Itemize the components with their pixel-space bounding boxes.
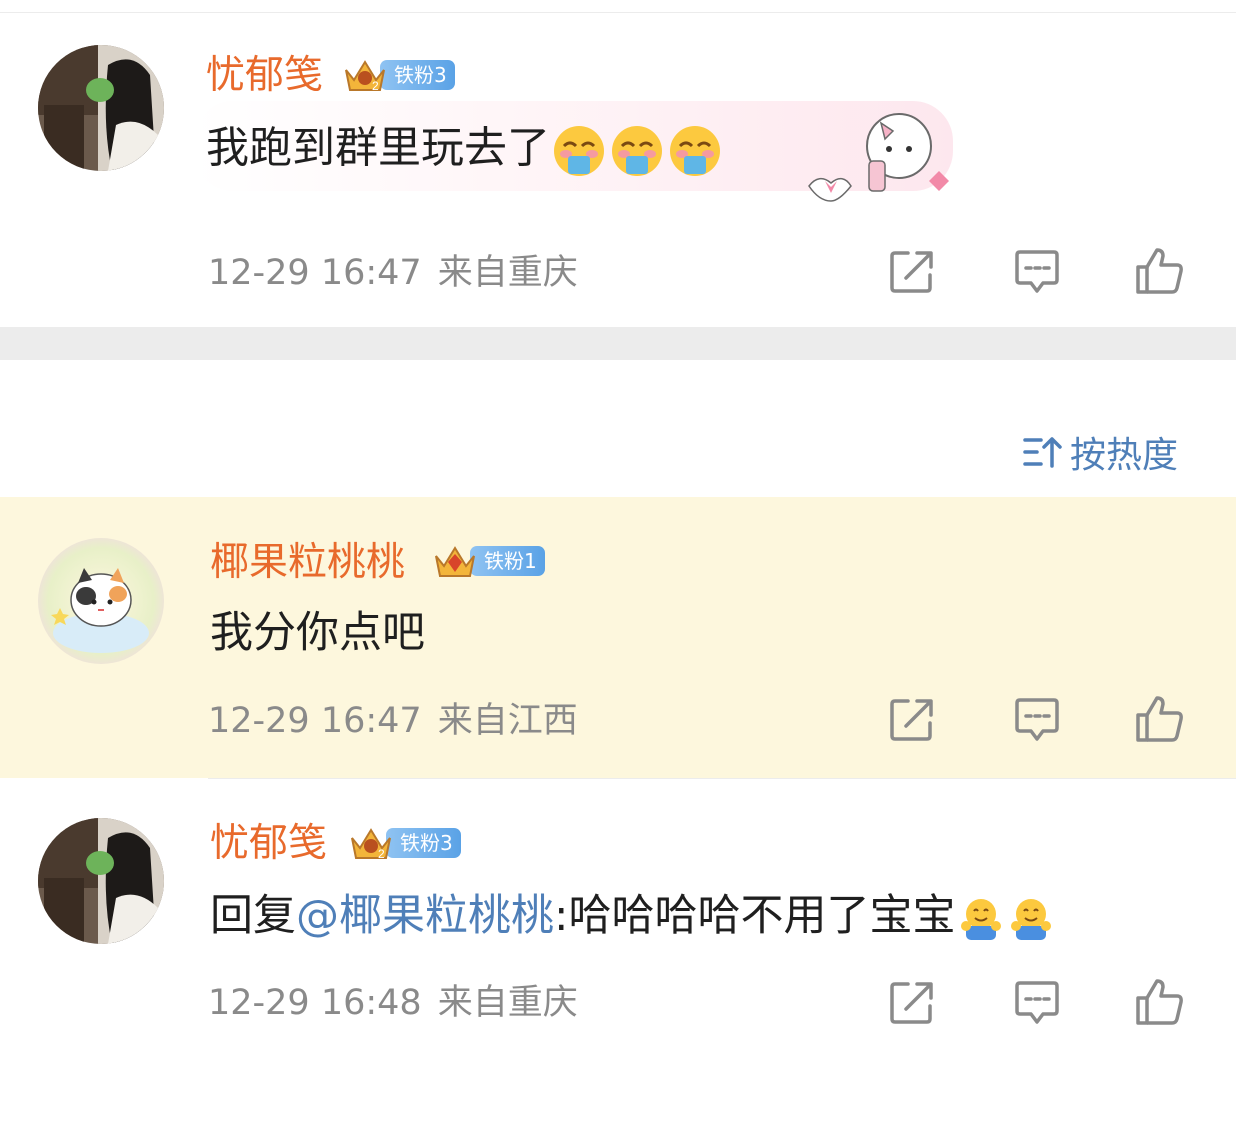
reply-button[interactable] xyxy=(1011,977,1063,1029)
comment-text: 回复@椰果粒桃桃:哈哈哈哈不用了宝宝 xyxy=(210,895,1058,942)
username[interactable]: 忧郁笺 xyxy=(206,56,323,95)
bubble-decoration-icon xyxy=(808,113,949,202)
avatar[interactable] xyxy=(38,538,164,664)
avatar[interactable] xyxy=(38,45,164,171)
share-icon xyxy=(890,251,933,293)
reply-prefix: 回复 xyxy=(210,891,296,941)
like-icon xyxy=(1136,696,1183,742)
sort-toggle[interactable]: 按热度 xyxy=(1022,426,1178,478)
hug-icon xyxy=(1010,898,1051,940)
comment-location: 来自重庆 xyxy=(437,253,578,293)
comment-time: 12-29 16:48 xyxy=(208,983,422,1023)
fan-badge-label: 铁粉3 xyxy=(380,60,455,90)
fan-badge-label: 铁粉1 xyxy=(470,546,545,576)
username[interactable]: 忧郁笺 xyxy=(210,824,327,863)
comment-time: 12-29 16:47 xyxy=(208,701,422,741)
comment-meta: 12-29 16:47 来自江西 xyxy=(208,704,578,739)
top-rule xyxy=(0,12,1236,13)
fan-badge[interactable]: 2 铁粉3 xyxy=(342,58,455,93)
avatar[interactable] xyxy=(38,818,164,944)
svg-text:2: 2 xyxy=(372,79,379,93)
hug-icon xyxy=(960,898,1001,940)
crown-icon: 2 xyxy=(351,828,391,861)
emoji-group xyxy=(958,896,1058,942)
reply-button[interactable] xyxy=(1011,246,1063,298)
comment-text: 我分你点吧 xyxy=(210,608,425,658)
comment-icon xyxy=(1015,698,1059,741)
fan-badge[interactable]: 2 铁粉3 xyxy=(348,826,461,861)
emoji-group xyxy=(552,124,726,178)
comment-location: 来自江西 xyxy=(437,701,578,741)
sort-label: 按热度 xyxy=(1070,435,1179,476)
comment-body: :哈哈哈哈不用了宝宝 xyxy=(554,891,956,941)
like-button[interactable] xyxy=(1134,245,1186,297)
comment-divider xyxy=(208,778,1236,779)
like-icon xyxy=(1136,979,1183,1025)
comment-body: 我跑到群里玩去了 xyxy=(206,123,550,174)
comment-icon xyxy=(1015,250,1059,293)
mention-link[interactable]: @椰果粒桃桃 xyxy=(296,891,554,941)
fan-badge-label: 铁粉3 xyxy=(386,828,461,858)
reply-button[interactable] xyxy=(1011,694,1063,746)
drooling-face-icon xyxy=(554,126,604,176)
comment-icon xyxy=(1015,981,1059,1024)
sort-arrow-icon xyxy=(1023,437,1062,468)
like-button[interactable] xyxy=(1134,693,1186,745)
crown-icon: 2 xyxy=(345,60,385,93)
like-button[interactable] xyxy=(1134,976,1186,1028)
share-button[interactable] xyxy=(886,694,938,746)
drooling-face-icon xyxy=(612,126,662,176)
comment-meta: 12-29 16:47 来自重庆 xyxy=(208,256,578,291)
share-icon xyxy=(890,699,933,741)
share-icon xyxy=(890,982,933,1024)
drooling-face-icon xyxy=(670,126,720,176)
username[interactable]: 椰果粒桃桃 xyxy=(210,543,405,582)
comment-time: 12-29 16:47 xyxy=(208,253,422,293)
comment-text: 我跑到群里玩去了 xyxy=(206,124,726,178)
comment-location: 来自重庆 xyxy=(437,983,578,1023)
svg-text:2: 2 xyxy=(378,847,385,861)
section-divider xyxy=(0,327,1236,360)
like-icon xyxy=(1136,248,1183,294)
comment-meta: 12-29 16:48 来自重庆 xyxy=(208,986,578,1021)
share-button[interactable] xyxy=(886,977,938,1029)
share-button[interactable] xyxy=(886,246,938,298)
fan-badge[interactable]: 铁粉1 xyxy=(432,544,545,578)
crown-icon xyxy=(435,546,475,577)
